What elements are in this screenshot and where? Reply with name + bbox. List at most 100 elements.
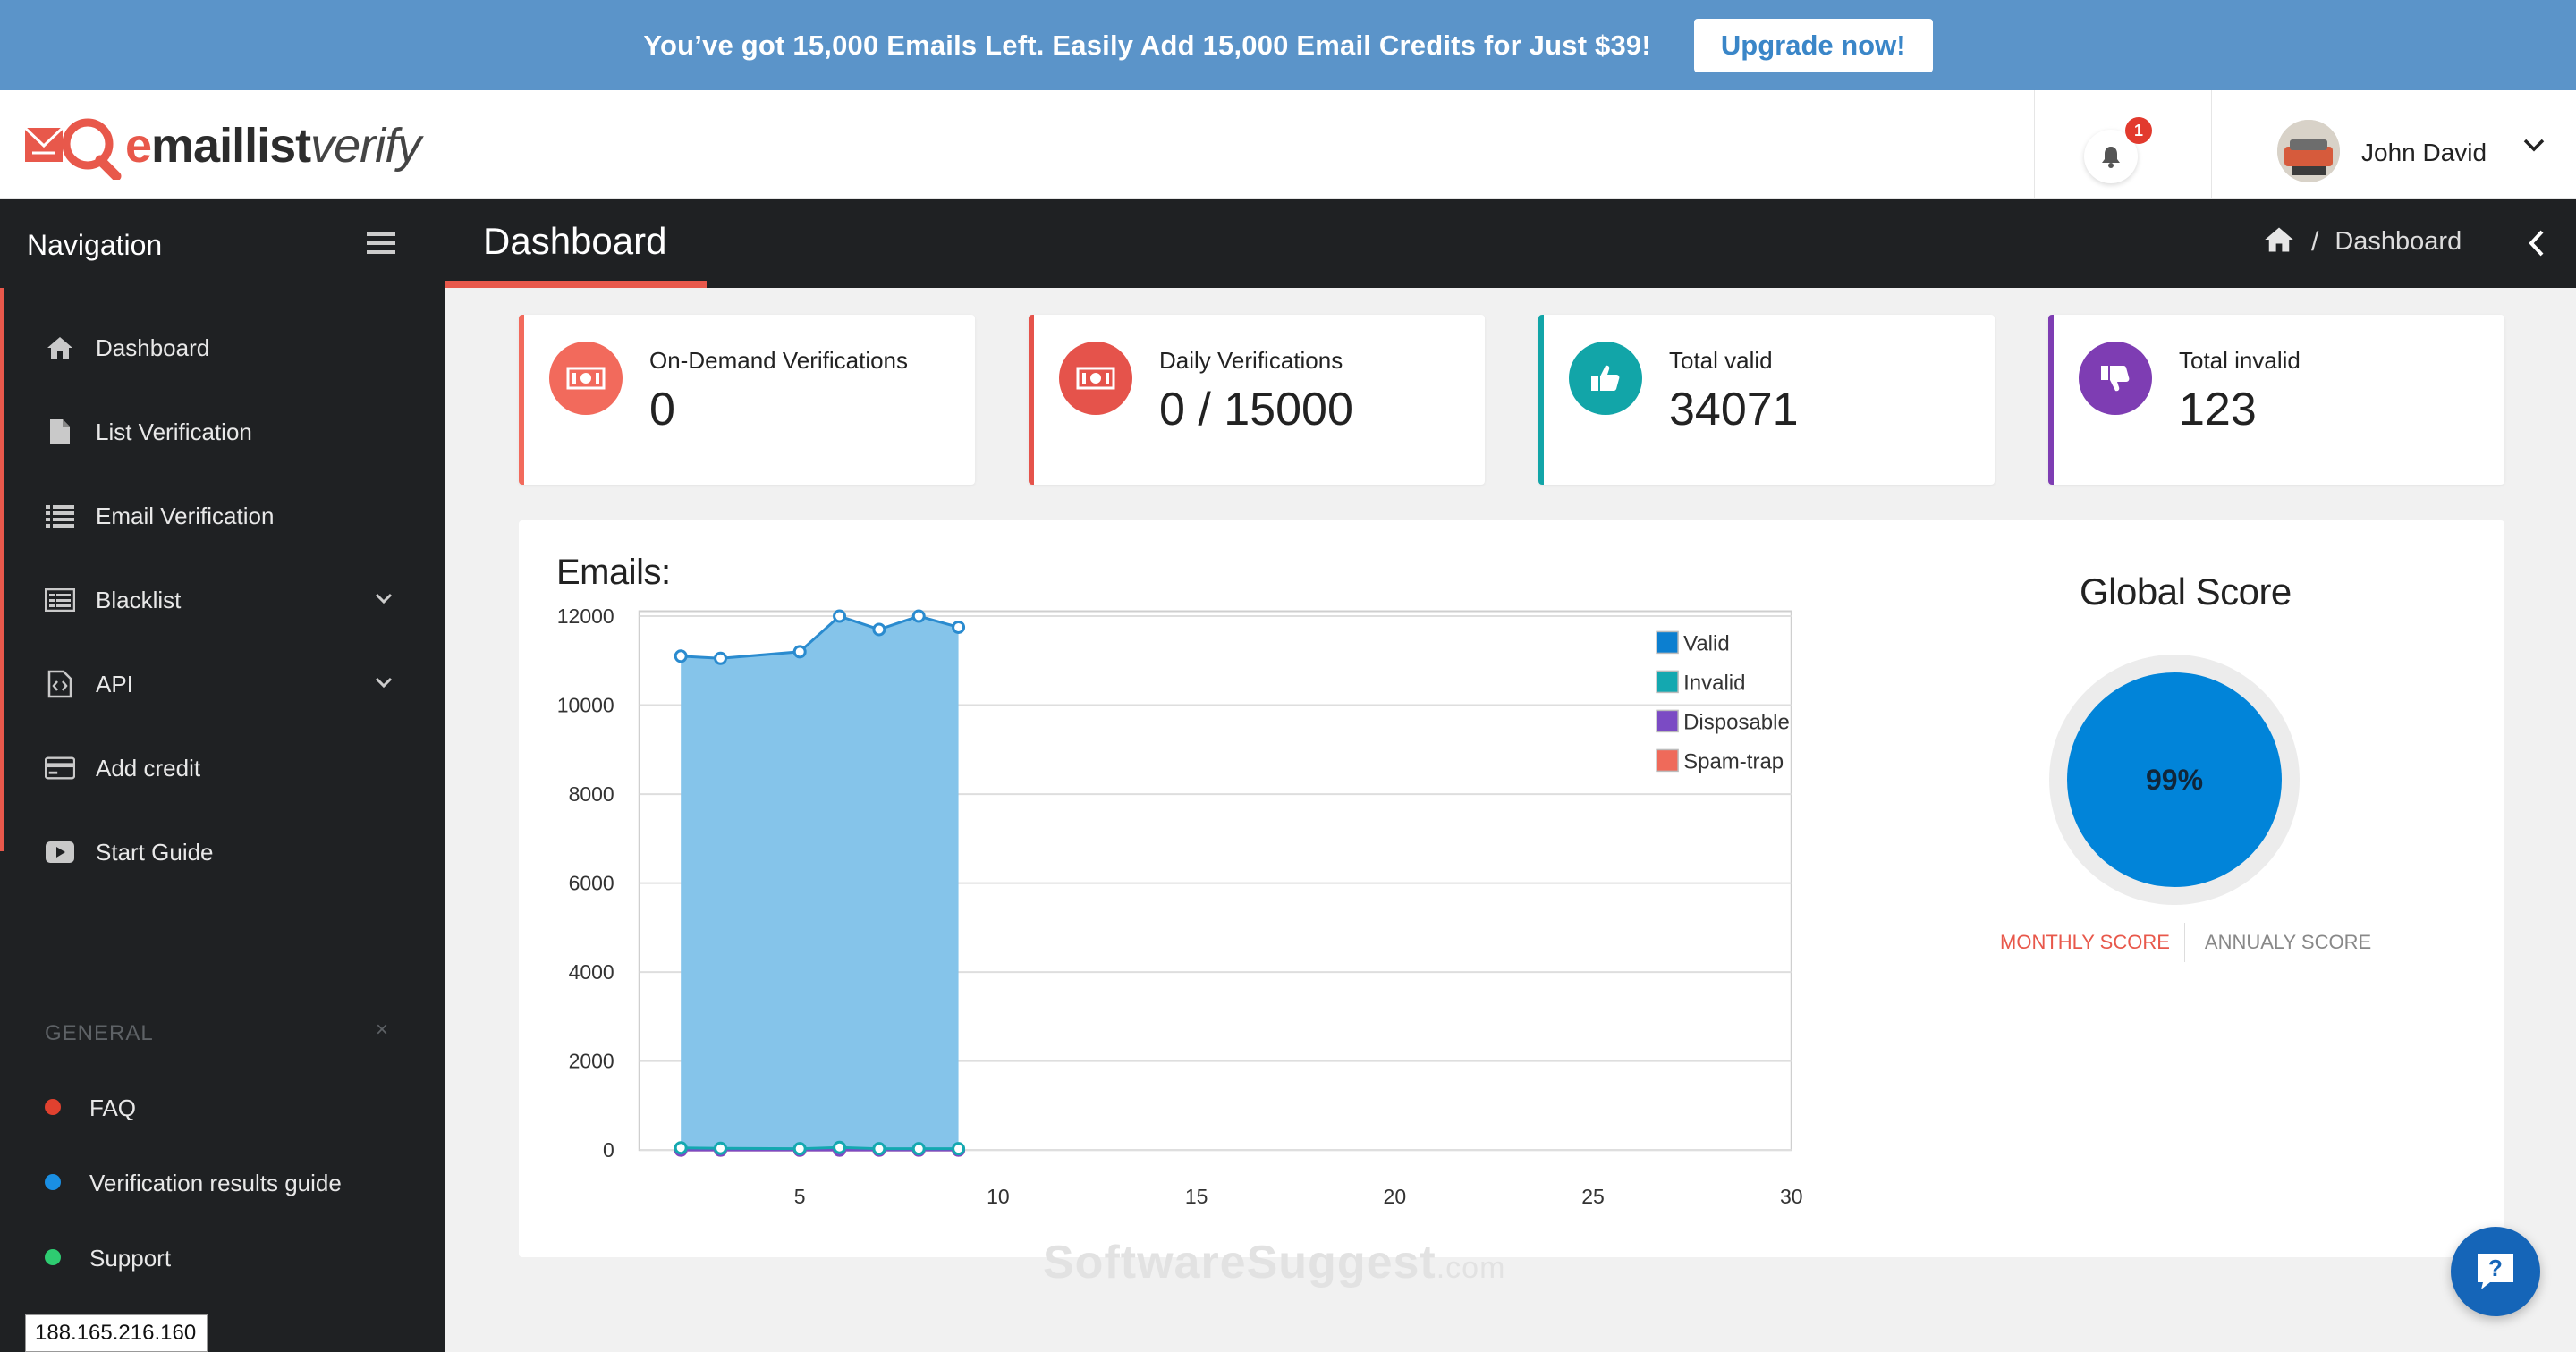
data-point [952,620,966,634]
bell-icon [2102,147,2120,168]
code-file-icon [45,669,75,699]
question-chat-icon: ? [2478,1254,2513,1289]
data-point [833,1140,847,1154]
title-accent [445,281,707,288]
sidebar-item-blacklist[interactable]: Blacklist [0,558,445,642]
stat-card-total-valid: Total valid 34071 [1538,315,1995,485]
home-icon [45,333,75,363]
header-divider [2211,90,2212,199]
global-score-title: Global Score [2080,570,2292,613]
status-dot [45,1099,61,1115]
card-stripe [1029,315,1034,485]
data-point [833,609,847,623]
legend-label: Invalid [1683,671,1745,695]
score-tabs: MONTHLY SCORE ANNUALY SCORE [2000,923,2371,962]
data-point [714,651,728,665]
y-tick-label: 4000 [569,960,614,984]
data-point [872,622,886,637]
legend-label: Disposable [1683,710,1790,734]
promo-banner: You’ve got 15,000 Emails Left. Easily Ad… [0,0,2576,90]
chevron-down-icon[interactable] [374,676,394,693]
sidebar-item-label: Add credit [96,754,201,782]
emails-chart-panel: Emails: 0 2000 4000 6000 8000 10000 12000 5 10 15… [519,520,2504,1257]
upgrade-button[interactable]: Upgrade now! [1693,18,1933,72]
chevron-down-icon[interactable] [374,592,394,609]
data-point [792,1142,807,1156]
table-icon [45,585,75,615]
hamburger-icon[interactable] [367,231,395,260]
y-tick-label: 2000 [569,1050,614,1073]
legend-label: Spam-trap [1683,749,1784,773]
card-value: 34071 [1669,384,1799,435]
ip-address-tooltip: 188.165.216.160 [25,1314,208,1352]
credit-card-icon [45,753,75,783]
sidebar-item-email-verification[interactable]: Email Verification [0,474,445,558]
avatar[interactable] [2277,120,2340,182]
card-label: Total valid [1669,347,1773,374]
play-icon [45,837,75,867]
x-tick-label: 30 [1780,1185,1803,1208]
logo[interactable]: emaillistverify [23,110,421,182]
card-stripe [1538,315,1544,485]
list-icon [45,501,75,531]
legend-swatch [1656,670,1679,694]
general-item-faq[interactable]: FAQ [0,1080,445,1134]
page-title: Dashboard [483,220,667,262]
sidebar-item-add-credit[interactable]: Add credit [0,726,445,810]
status-dot [45,1249,61,1265]
sidebar-title: Navigation [27,229,163,261]
file-icon [45,417,75,447]
breadcrumb-current: Dashboard [2334,227,2462,256]
card-value: 0 [649,384,675,435]
notification-badge: 1 [2125,117,2152,144]
promo-message: You’ve got 15,000 Emails Left. Easily Ad… [643,29,1651,61]
chevron-left-icon[interactable] [2526,229,2547,262]
sidebar-item-label: Blacklist [96,586,182,613]
legend-swatch [1656,709,1679,733]
general-item-verification-guide[interactable]: Verification results guide [0,1155,445,1209]
home-icon[interactable] [2263,225,2295,258]
general-item-label: FAQ [89,1094,137,1121]
card-value: 0 / 15000 [1159,384,1353,435]
card-label: Daily Verifications [1159,347,1343,374]
legend-swatch [1656,748,1679,773]
sidebar-item-api[interactable]: API [0,642,445,726]
avatar-image [2277,120,2340,182]
data-point [674,649,688,663]
general-section-close-icon[interactable]: × [376,1018,388,1043]
x-tick-label: 15 [1185,1185,1208,1208]
top-header: emaillistverify 1 John David [0,90,2576,199]
stat-card-total-invalid: Total invalid 123 [2048,315,2504,485]
help-chat-button[interactable]: ? [2451,1227,2540,1316]
breadcrumb: / Dashboard [2263,225,2462,258]
card-value: 123 [2179,384,2257,435]
tab-monthly-score[interactable]: MONTHLY SCORE [2000,923,2185,962]
thumbs-down-icon [2079,342,2152,415]
user-name[interactable]: John David [2361,139,2487,167]
x-tick-label: 25 [1581,1185,1605,1208]
data-point [792,645,807,659]
x-tick-label: 10 [987,1185,1010,1208]
sidebar-item-start-guide[interactable]: Start Guide [0,810,445,894]
general-item-support[interactable]: Support [0,1230,445,1284]
data-point [911,1142,926,1156]
card-stripe [2048,315,2054,485]
money-icon [549,342,623,415]
svg-text:?: ? [2488,1255,2503,1281]
stat-card-daily: Daily Verifications 0 / 15000 [1029,315,1485,485]
score-value: 99% [2145,763,2204,796]
legend-label: Valid [1683,631,1730,655]
breadcrumb-separator: / [2311,226,2319,257]
sidebar-item-dashboard[interactable]: Dashboard [0,306,445,390]
data-point [872,1142,886,1156]
sidebar-item-label: Start Guide [96,838,214,866]
data-point [674,1141,688,1155]
card-label: Total invalid [2179,347,2301,374]
user-menu-chevron-icon[interactable] [2522,137,2546,157]
sidebar-item-list-verification[interactable]: List Verification [0,390,445,474]
tab-annual-score[interactable]: ANNUALY SCORE [2185,923,2371,962]
general-item-label: Support [89,1245,172,1272]
card-label: On-Demand Verifications [649,347,909,374]
stat-card-on-demand: On-Demand Verifications 0 [519,315,975,485]
logo-text: emaillistverify [125,119,421,173]
